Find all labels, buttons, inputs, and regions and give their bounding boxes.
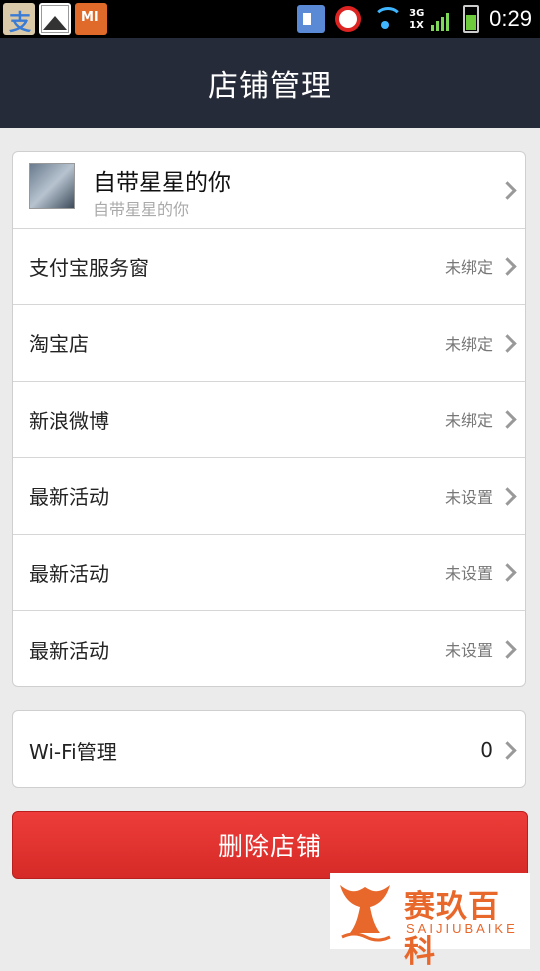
store-settings-card: 自带星星的你 自带星星的你 支付宝服务窗 未绑定 淘宝店 未绑定 新浪微博 未绑… bbox=[12, 151, 526, 687]
row-status: 未绑定 bbox=[444, 411, 493, 431]
row-status: 未设置 bbox=[444, 641, 493, 661]
row-sina-weibo[interactable]: 新浪微博 未绑定 bbox=[13, 382, 525, 458]
row-label: 最新活动 bbox=[29, 638, 109, 663]
signal-icon: 3G 1X bbox=[409, 5, 453, 33]
battery-icon bbox=[463, 5, 480, 33]
row-alipay-service[interactable]: 支付宝服务窗 未绑定 bbox=[13, 229, 525, 305]
alipay-icon: 支 bbox=[3, 3, 35, 36]
whale-tail-logo-icon bbox=[340, 885, 391, 942]
status-bar: 支 MI 3G 1X 0:29 bbox=[0, 0, 540, 38]
watermark: 赛玖百科 SAIJIUBAIKE bbox=[330, 873, 530, 970]
row-label: 淘宝店 bbox=[29, 332, 89, 357]
row-latest-activity-1[interactable]: 最新活动 未设置 bbox=[13, 458, 525, 535]
status-time: 0:29 bbox=[489, 6, 532, 31]
gallery-icon bbox=[39, 3, 71, 35]
page-title: 店铺管理 bbox=[208, 69, 332, 104]
row-status: 未绑定 bbox=[444, 334, 493, 354]
row-label: 最新活动 bbox=[29, 485, 109, 510]
chevron-right-icon bbox=[498, 181, 517, 200]
row-label: 新浪微博 bbox=[29, 408, 109, 433]
store-name: 自带星星的你 bbox=[93, 170, 231, 196]
network-type-bottom: 1X bbox=[409, 20, 424, 31]
row-status: 未绑定 bbox=[444, 258, 493, 278]
network-type-top: 3G bbox=[409, 8, 425, 19]
store-subtitle: 自带星星的你 bbox=[93, 200, 190, 219]
title-bar: 店铺管理 bbox=[0, 38, 540, 128]
row-wifi-management[interactable]: Wi-Fi管理 0 bbox=[13, 711, 525, 787]
alipay-glyph: 支 bbox=[9, 10, 32, 36]
store-avatar bbox=[29, 163, 75, 209]
delete-store-button[interactable]: 删除店铺 bbox=[12, 811, 528, 879]
mi-label: MI bbox=[81, 10, 99, 25]
alarm-icon bbox=[335, 6, 362, 32]
row-status: 未设置 bbox=[444, 564, 493, 584]
wifi-icon bbox=[371, 7, 404, 31]
row-latest-activity-2[interactable]: 最新活动 未设置 bbox=[13, 535, 525, 611]
row-latest-activity-3[interactable]: 最新活动 未设置 bbox=[13, 611, 525, 686]
chevron-right-icon bbox=[498, 741, 517, 760]
wifi-card: Wi-Fi管理 0 bbox=[12, 710, 526, 788]
row-taobao-store[interactable]: 淘宝店 未绑定 bbox=[13, 305, 525, 382]
row-status: 未设置 bbox=[444, 487, 493, 507]
row-label: 最新活动 bbox=[29, 561, 109, 586]
row-label: Wi-Fi管理 bbox=[29, 739, 117, 764]
chevron-right-icon bbox=[498, 410, 517, 429]
store-profile-row[interactable]: 自带星星的你 自带星星的你 bbox=[13, 152, 525, 229]
chevron-right-icon bbox=[498, 334, 517, 353]
chevron-right-icon bbox=[498, 640, 517, 659]
chevron-right-icon bbox=[498, 487, 517, 506]
wifi-count: 0 bbox=[480, 738, 493, 762]
chevron-right-icon bbox=[498, 257, 517, 276]
row-label: 支付宝服务窗 bbox=[29, 255, 149, 280]
chevron-right-icon bbox=[498, 563, 517, 582]
watermark-subtitle: SAIJIUBAIKE bbox=[406, 921, 518, 936]
volume-icon bbox=[297, 5, 326, 33]
mi-icon: MI bbox=[75, 3, 107, 35]
delete-store-label: 删除店铺 bbox=[217, 832, 322, 861]
